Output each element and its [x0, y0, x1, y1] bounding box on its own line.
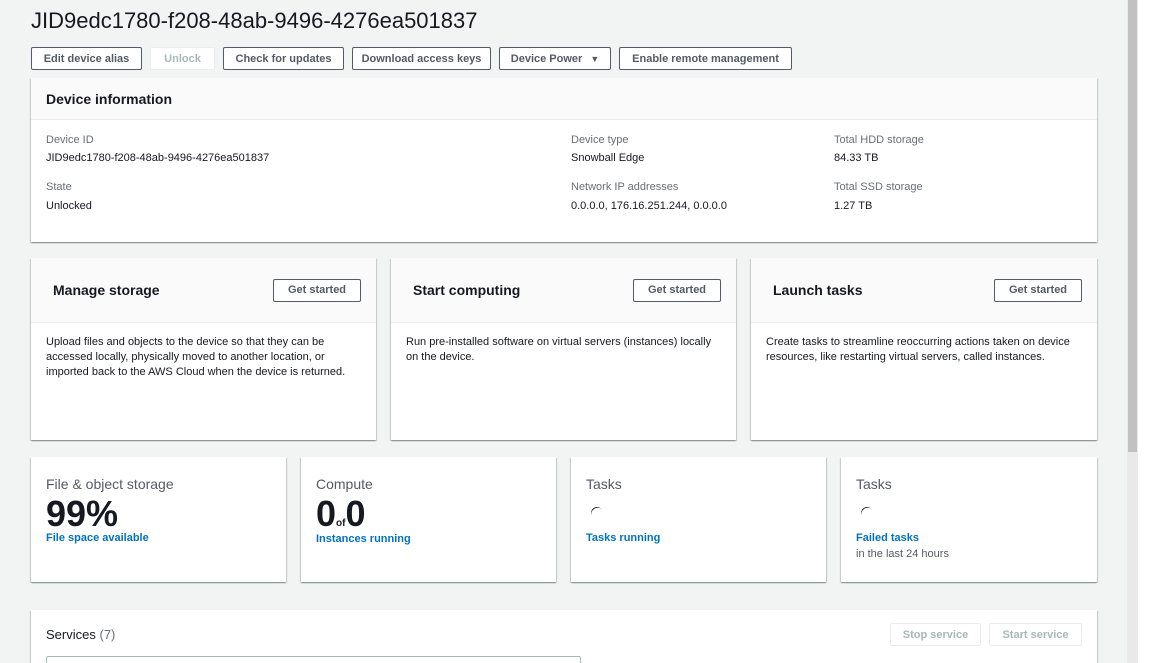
manage-storage-header: Manage storage Get started — [31, 258, 376, 323]
loading-spinner-icon — [858, 504, 876, 522]
manage-storage-get-started-button[interactable]: Get started — [273, 278, 361, 302]
compute-metric: Compute 0of0 Instances running — [301, 457, 556, 582]
total-hdd-label: Total HDD storage — [834, 134, 924, 146]
scrollbar-thumb[interactable] — [1128, 0, 1137, 452]
enable-remote-management-button[interactable]: Enable remote management — [619, 47, 792, 70]
start-computing-card: Start computing Get started Run pre-inst… — [391, 258, 736, 440]
failed-tasks-link[interactable]: Failed tasks — [856, 532, 919, 544]
launch-tasks-header: Launch tasks Get started — [751, 258, 1097, 323]
storage-metric-value: 99% — [46, 493, 119, 534]
storage-metric-label: File & object storage — [46, 476, 174, 492]
start-computing-title: Start computing — [413, 282, 521, 298]
file-space-available-link[interactable]: File space available — [46, 532, 149, 544]
tasks-running-metric: Tasks Tasks running — [571, 457, 826, 582]
start-computing-description: Run pre-installed software on virtual se… — [406, 336, 712, 363]
compute-metric-value: 0of0 — [316, 493, 366, 535]
page-title: JID9edc1780-f208-48ab-9496-4276ea501837 — [31, 8, 478, 33]
start-service-button[interactable]: Start service — [989, 623, 1082, 646]
services-panel: Services (7) Stop service Start service — [31, 610, 1097, 663]
total-ssd-value: 1.27 TB — [834, 200, 873, 212]
device-type-value: Snowball Edge — [571, 152, 645, 164]
device-toolbar: Edit device alias Unlock Check for updat… — [31, 47, 800, 70]
caret-down-icon: ▼ — [590, 53, 600, 64]
services-title: Services — [46, 627, 96, 642]
window-edge — [1138, 0, 1170, 663]
launch-tasks-get-started-button[interactable]: Get started — [994, 278, 1082, 302]
device-information-header: Device information — [31, 78, 1097, 120]
device-id-label: Device ID — [46, 134, 94, 146]
stop-service-button[interactable]: Stop service — [890, 623, 981, 646]
download-access-keys-button[interactable]: Download access keys — [352, 47, 491, 70]
tasks-running-link[interactable]: Tasks running — [586, 532, 660, 544]
launch-tasks-card: Launch tasks Get started Create tasks to… — [751, 258, 1097, 440]
services-heading: Services (7) — [46, 627, 115, 642]
device-id-value: JID9edc1780-f208-48ab-9496-4276ea501837 — [46, 152, 270, 164]
compute-total-count: 0 — [345, 493, 366, 534]
device-power-button[interactable]: Device Power ▼ — [499, 47, 611, 70]
device-power-label: Device Power — [510, 52, 583, 65]
manage-storage-description: Upload files and objects to the device s… — [46, 336, 346, 378]
device-type-label: Device type — [571, 134, 629, 146]
failed-tasks-metric-label: Tasks — [856, 476, 892, 492]
instances-running-link[interactable]: Instances running — [316, 533, 411, 545]
services-count: (7) — [99, 627, 116, 642]
unlock-button[interactable]: Unlock — [150, 47, 215, 70]
check-for-updates-button[interactable]: Check for updates — [223, 47, 344, 70]
network-ip-label: Network IP addresses — [571, 181, 679, 193]
loading-spinner-icon — [588, 504, 606, 522]
file-object-storage-metric: File & object storage 99% File space ava… — [31, 457, 286, 582]
services-filter-input[interactable] — [46, 656, 581, 663]
manage-storage-card: Manage storage Get started Upload files … — [31, 258, 376, 440]
device-information-panel: Device information Device ID JID9edc1780… — [31, 78, 1097, 242]
state-value: Unlocked — [46, 200, 92, 212]
state-label: State — [46, 181, 72, 193]
compute-metric-label: Compute — [316, 476, 373, 492]
tasks-metric-label: Tasks — [586, 476, 622, 492]
device-dashboard-page: JID9edc1780-f208-48ab-9496-4276ea501837 … — [0, 0, 1127, 663]
network-ip-value: 0.0.0.0, 176.16.251.244, 0.0.0.0 — [571, 200, 727, 212]
start-computing-header: Start computing Get started — [391, 258, 736, 323]
failed-tasks-metric: Tasks Failed tasks in the last 24 hours — [841, 457, 1097, 582]
page-scrollbar[interactable] — [1127, 0, 1138, 663]
launch-tasks-title: Launch tasks — [773, 282, 863, 298]
total-ssd-label: Total SSD storage — [834, 181, 923, 193]
total-hdd-value: 84.33 TB — [834, 152, 879, 164]
launch-tasks-description: Create tasks to streamline reoccurring a… — [766, 336, 1070, 363]
manage-storage-title: Manage storage — [53, 282, 160, 298]
start-computing-get-started-button[interactable]: Get started — [633, 278, 721, 302]
failed-tasks-timeframe: in the last 24 hours — [856, 548, 949, 560]
edit-device-alias-button[interactable]: Edit device alias — [31, 47, 142, 70]
compute-running-count: 0 — [316, 493, 337, 534]
device-information-title: Device information — [46, 90, 173, 107]
